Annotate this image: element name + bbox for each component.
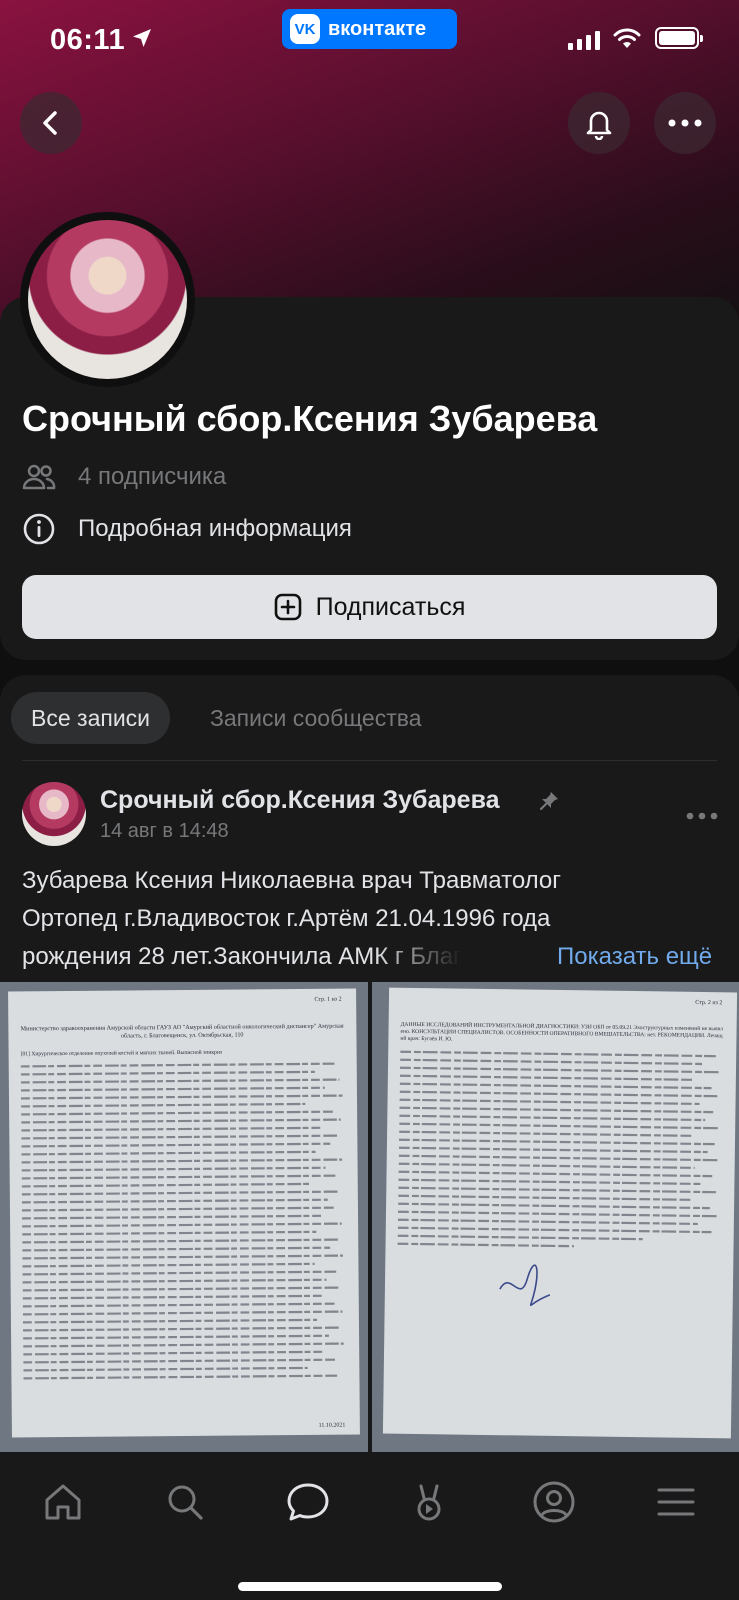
nav-search[interactable] xyxy=(160,1477,210,1527)
page-number: Стр. 1 из 2 xyxy=(314,996,342,1003)
nav-clips[interactable] xyxy=(404,1477,454,1527)
status-time: 06:11 xyxy=(50,24,126,56)
subscribers-row[interactable]: 4 подписчика xyxy=(22,462,226,492)
vk-app-badge[interactable]: VK вконтакте xyxy=(282,9,457,49)
back-button[interactable] xyxy=(20,92,82,154)
chevron-left-icon xyxy=(43,111,57,135)
more-options-button[interactable] xyxy=(654,92,716,154)
vk-app-name: вконтакте xyxy=(328,17,427,40)
post-text-line: Ортопед г.Владивосток г.Артём 21.04.1996… xyxy=(22,905,551,932)
home-indicator[interactable] xyxy=(238,1582,502,1591)
notifications-button[interactable] xyxy=(568,92,630,154)
details-label: Подробная информация xyxy=(78,515,352,542)
divider xyxy=(22,760,717,761)
group-avatar[interactable] xyxy=(20,212,195,387)
post-author-avatar[interactable] xyxy=(22,782,86,846)
nav-profile[interactable] xyxy=(529,1477,579,1527)
page-number: Стр. 2 из 2 xyxy=(694,999,722,1007)
post-photos: Стр. 1 из 2 Министерство здравоохранения… xyxy=(0,982,739,1452)
plus-square-icon xyxy=(274,593,301,621)
signature-icon xyxy=(498,1264,550,1307)
subscribe-button[interactable]: Подписаться xyxy=(22,575,717,639)
document-text-lines xyxy=(20,1062,344,1380)
cellular-signal-icon xyxy=(568,30,600,50)
document-page: Стр. 2 из 2 ДАННЫЕ ИССЛЕДОВАНИЙ ИНСТРУМЕ… xyxy=(382,987,737,1439)
post-photo[interactable]: Стр. 2 из 2 ДАННЫЕ ИССЛЕДОВАНИЙ ИНСТРУМЕ… xyxy=(371,982,739,1452)
document-page: Стр. 1 из 2 Министерство здравоохранения… xyxy=(8,988,360,1438)
battery-icon xyxy=(655,27,703,49)
post-date: 14 авг в 14:48 xyxy=(100,820,229,842)
profile-icon xyxy=(533,1481,575,1523)
clips-icon xyxy=(417,1484,441,1521)
pin-icon xyxy=(539,792,558,811)
users-icon xyxy=(22,464,56,490)
nav-messenger[interactable] xyxy=(283,1477,333,1527)
post-author-name[interactable]: Срочный сбор.Ксения Зубарева xyxy=(100,786,500,815)
details-row[interactable]: Подробная информация xyxy=(22,512,352,546)
vk-logo-icon: VK xyxy=(290,14,320,44)
post-text-line: Зубарева Ксения Николаевна врач Травмато… xyxy=(22,867,562,894)
nav-menu[interactable] xyxy=(651,1477,701,1527)
home-icon xyxy=(45,1484,81,1520)
subscribers-count: 4 подписчика xyxy=(78,463,227,490)
menu-icon xyxy=(657,1488,695,1516)
document-date: 11.10.2021 xyxy=(318,1422,346,1429)
group-title: Срочный сбор.Ксения Зубарева xyxy=(22,398,598,439)
more-icon xyxy=(668,119,702,127)
bell-icon xyxy=(586,111,612,140)
tab-community-posts[interactable]: Записи сообщества xyxy=(190,692,441,744)
nav-home[interactable] xyxy=(38,1477,88,1527)
bottom-navigation xyxy=(0,1452,739,1600)
document-text-lines xyxy=(397,1050,720,1247)
message-bubble-icon xyxy=(287,1483,329,1521)
show-more-link[interactable]: Показать ещё xyxy=(557,938,712,976)
status-bar: 06:11 VK вконтакте xyxy=(0,0,739,80)
location-arrow-icon xyxy=(133,29,151,47)
post-text: Зубарева Ксения Николаевна врач Травмато… xyxy=(22,862,722,976)
info-icon xyxy=(23,513,55,545)
search-icon xyxy=(168,1485,203,1520)
post-more-icon[interactable] xyxy=(686,812,718,820)
subscribe-label: Подписаться xyxy=(315,592,466,621)
document-header: Министерство здравоохранения Амурской об… xyxy=(20,1022,344,1040)
wifi-icon xyxy=(613,28,641,48)
tab-all-posts[interactable]: Все записи xyxy=(11,692,171,744)
post-photo[interactable]: Стр. 1 из 2 Министерство здравоохранения… xyxy=(0,982,368,1452)
